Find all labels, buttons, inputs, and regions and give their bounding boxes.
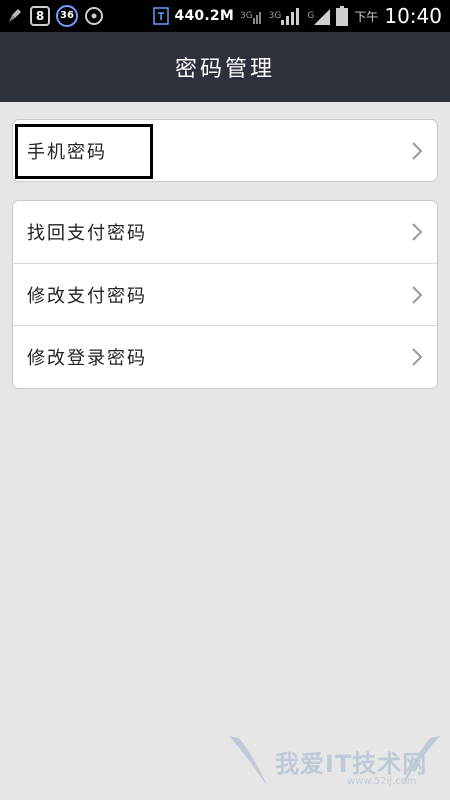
broom-icon bbox=[6, 7, 24, 25]
disk-icon bbox=[84, 6, 104, 26]
chevron-right-icon bbox=[411, 141, 423, 161]
list-item-label: 修改登录密码 bbox=[27, 347, 147, 369]
list-item-label: 找回支付密码 bbox=[27, 223, 147, 244]
signal-3g-icon: 3G bbox=[240, 8, 263, 24]
signal-3g-label: 3G bbox=[239, 11, 253, 21]
chevron-right-icon bbox=[411, 347, 423, 367]
watermark-url: www.52ij.com bbox=[347, 776, 417, 787]
list-item-change-login-password[interactable]: 修改登录密码 bbox=[13, 325, 437, 387]
list-item-label: 修改支付密码 bbox=[27, 285, 147, 307]
status-time: 10:40 bbox=[384, 4, 442, 28]
page-title: 密码管理 bbox=[174, 57, 275, 82]
list-item-change-payment-password[interactable]: 修改支付密码 bbox=[13, 263, 437, 325]
app-badge-icon: 36 bbox=[56, 5, 78, 27]
list-item-phone-password[interactable]: 手机密码 bbox=[13, 120, 437, 181]
settings-group-phone: 手机密码 bbox=[12, 119, 438, 182]
title-bar: 密码管理 bbox=[0, 32, 450, 102]
settings-group-payment: 找回支付密码 修改支付密码 修改登录密码 bbox=[12, 200, 438, 389]
signal-g-icon: G bbox=[307, 7, 331, 25]
signal-bars-icon: 3G bbox=[269, 7, 302, 25]
list-item-recover-payment-password[interactable]: 找回支付密码 bbox=[13, 201, 437, 263]
network-speed: 440.2M bbox=[174, 8, 234, 24]
battery-icon bbox=[336, 6, 349, 26]
download-icon bbox=[152, 7, 169, 25]
signal-g-label: G bbox=[307, 11, 315, 21]
status-bar: 8 36 440.2M 3G 3G G 下午 10:40 bbox=[0, 0, 450, 32]
chevron-right-icon bbox=[411, 222, 423, 242]
signal-3g-label-2: 3G bbox=[268, 11, 282, 21]
highlight-box bbox=[15, 124, 153, 179]
chevron-right-icon bbox=[411, 285, 423, 305]
notification-count-badge: 8 bbox=[30, 6, 50, 26]
watermark: 我爱IT技术网 www.52ij.com bbox=[227, 716, 442, 796]
watermark-text: 我爱IT技术网 bbox=[275, 750, 428, 778]
time-ampm: 下午 bbox=[354, 9, 379, 24]
